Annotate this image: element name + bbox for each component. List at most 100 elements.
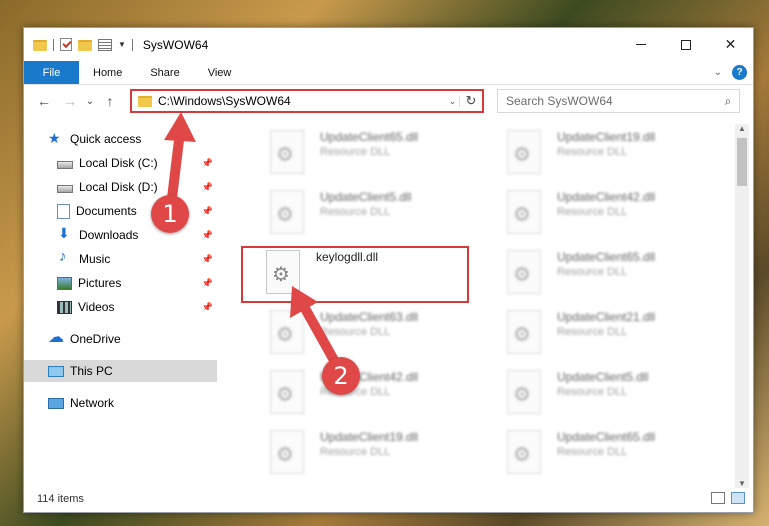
view-properties-icon[interactable] [98, 38, 112, 51]
ribbon-tabs: File Home Share View ⌄ ? [24, 61, 753, 85]
file-name: UpdateClient5.dll [320, 190, 412, 204]
address-dropdown-button[interactable]: ⌄ [446, 95, 460, 107]
sidebar-item-network[interactable]: Network [24, 392, 217, 414]
help-icon[interactable]: ? [732, 65, 747, 80]
disk-icon [57, 184, 73, 193]
pin-icon[interactable]: 📌 [202, 302, 213, 313]
file-tile[interactable]: UpdateClient5.dll Resource DLL [256, 188, 476, 244]
address-bar[interactable]: C:\Windows\SysWOW64 ⌄ ↻ [130, 89, 484, 113]
minimize-button[interactable] [618, 28, 663, 61]
back-button[interactable]: ← [34, 93, 54, 109]
pictures-icon [57, 276, 72, 290]
tab-view[interactable]: View [194, 61, 246, 84]
file-tile[interactable]: UpdateClient65.dll Resource DLL [493, 428, 713, 482]
file-name: UpdateClient19.dll [320, 430, 419, 444]
file-explorer-window: ▼ SysWOW64 ✕ File Home Share View ⌄ ? ← … [23, 27, 754, 513]
window-controls: ✕ [618, 28, 753, 61]
tab-home[interactable]: Home [79, 61, 136, 84]
file-tile[interactable]: UpdateClient19.dll Resource DLL [256, 428, 476, 482]
dll-file-icon [507, 310, 541, 354]
sidebar-item-local-disk-c[interactable]: Local Disk (C:) 📌 [24, 152, 217, 174]
sidebar-item-label: Network [70, 396, 115, 410]
sidebar-item-label: Downloads [79, 228, 139, 242]
star-icon [48, 130, 64, 147]
sidebar-item-downloads[interactable]: Downloads 📌 [24, 224, 217, 246]
sidebar-item-label: This PC [70, 364, 113, 378]
sidebar-item-quick-access[interactable]: Quick access [24, 128, 217, 150]
close-button[interactable]: ✕ [708, 28, 753, 61]
divider [53, 38, 54, 51]
pin-icon[interactable]: 📌 [202, 182, 213, 193]
pin-icon[interactable]: 📌 [202, 206, 213, 217]
sidebar-item-pictures[interactable]: Pictures 📌 [24, 272, 217, 294]
file-tile[interactable]: UpdateClient63.dll Resource DLL [256, 308, 476, 364]
dll-file-icon [270, 430, 304, 474]
file-type: Resource DLL [557, 206, 628, 218]
file-name: UpdateClient19.dll [557, 130, 656, 144]
step-1-badge: 1 [151, 195, 189, 233]
forward-button[interactable]: → [60, 93, 80, 109]
vertical-scrollbar[interactable]: ▲ ▼ [735, 124, 749, 488]
pin-icon[interactable]: 📌 [202, 230, 213, 241]
tab-file[interactable]: File [24, 61, 79, 84]
details-view-icon[interactable] [711, 492, 725, 504]
pin-icon[interactable]: 📌 [202, 278, 213, 289]
file-tile[interactable]: UpdateClient19.dll Resource DLL [493, 128, 713, 184]
videos-icon [57, 300, 72, 314]
tab-share[interactable]: Share [136, 61, 193, 84]
file-type: Resource DLL [320, 446, 391, 458]
computer-icon [48, 365, 64, 377]
documents-icon [57, 203, 70, 219]
sidebar-item-label: Documents [76, 204, 137, 218]
sidebar-item-label: Videos [78, 300, 115, 314]
window-title: SysWOW64 [142, 37, 209, 52]
file-tile[interactable]: UpdateClient5.dll Resource DLL [493, 368, 713, 424]
file-type: Resource DLL [557, 386, 628, 398]
pin-icon[interactable]: 📌 [202, 254, 213, 265]
file-name: UpdateClient21.dll [557, 310, 656, 324]
sidebar-item-onedrive[interactable]: OneDrive [24, 327, 217, 350]
file-name: UpdateClient5.dll [557, 370, 649, 384]
highlight-box-keylogdll [241, 246, 469, 303]
pin-icon[interactable]: 📌 [202, 158, 213, 169]
file-type: Resource DLL [557, 446, 628, 458]
file-tile[interactable]: UpdateClient65.dll Resource DLL [493, 248, 713, 304]
file-tile[interactable]: UpdateClient21.dll Resource DLL [493, 308, 713, 364]
dll-file-icon [507, 370, 541, 414]
file-type: Resource DLL [320, 326, 391, 338]
file-name: UpdateClient63.dll [320, 310, 419, 324]
file-name: UpdateClient42.dll [557, 190, 656, 204]
search-placeholder: Search SysWOW64 [506, 94, 613, 108]
sidebar-item-local-disk-d[interactable]: Local Disk (D:) 📌 [24, 176, 217, 198]
sidebar-item-music[interactable]: Music 📌 [24, 248, 217, 270]
search-icon[interactable]: ⌕ [717, 94, 739, 109]
scroll-up-arrow-icon[interactable]: ▲ [735, 124, 749, 133]
customize-toolbar-chevron-icon[interactable]: ▼ [118, 40, 126, 49]
expand-ribbon-chevron-icon[interactable]: ⌄ [714, 67, 722, 78]
music-icon [57, 248, 73, 266]
new-folder-icon[interactable] [78, 40, 92, 51]
dll-file-icon [507, 430, 541, 474]
file-tile[interactable]: UpdateClient65.dll Resource DLL [256, 128, 476, 184]
refresh-button[interactable]: ↻ [460, 93, 482, 109]
recent-locations-button[interactable]: ⌄ [80, 96, 100, 107]
file-name: UpdateClient65.dll [557, 250, 656, 264]
address-path[interactable]: C:\Windows\SysWOW64 [158, 94, 446, 108]
scrollbar-thumb[interactable] [737, 138, 747, 186]
close-icon: ✕ [724, 36, 737, 52]
sidebar-item-label: Quick access [70, 132, 142, 146]
sidebar-item-this-pc[interactable]: This PC [24, 360, 217, 382]
up-button[interactable]: ↑ [100, 93, 120, 109]
properties-check-icon[interactable] [60, 38, 72, 51]
file-tile[interactable]: UpdateClient42.dll Resource DLL [256, 368, 476, 424]
dll-file-icon [507, 130, 541, 174]
maximize-icon [680, 39, 691, 50]
status-bar: 114 items [24, 486, 753, 512]
sidebar-item-videos[interactable]: Videos 📌 [24, 296, 217, 318]
sidebar-item-label: Music [79, 252, 111, 266]
file-list: UpdateClient65.dll Resource DLL UpdateCl… [226, 124, 734, 482]
file-tile[interactable]: UpdateClient42.dll Resource DLL [493, 188, 713, 244]
search-input[interactable]: Search SysWOW64 ⌕ [497, 89, 740, 113]
maximize-button[interactable] [663, 28, 708, 61]
tiles-view-icon[interactable] [731, 492, 745, 504]
